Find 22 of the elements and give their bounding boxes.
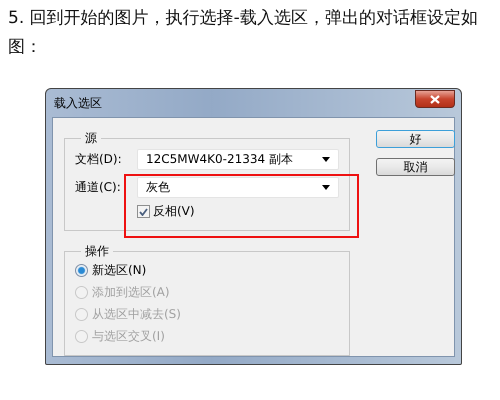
- group-legend: 源: [81, 130, 101, 147]
- window-title: 载入选区: [53, 94, 102, 112]
- radio-label: 添加到选区(A): [92, 284, 170, 301]
- dropdown-arrow-icon: [322, 157, 330, 162]
- dialog-button[interactable]: 好: [376, 130, 455, 148]
- field-label: 文档(D):: [75, 151, 123, 168]
- check-icon: [139, 208, 148, 216]
- radio-label: 与选区交叉(I): [92, 328, 165, 345]
- close-button[interactable]: [415, 90, 455, 108]
- invert-checkbox[interactable]: [137, 205, 150, 218]
- document-dropdown[interactable]: 12C5MW4K0-21334 副本: [137, 149, 339, 170]
- channel-dropdown[interactable]: 灰色: [137, 177, 339, 198]
- dialog-button[interactable]: 取消: [376, 158, 455, 176]
- dropdown-arrow-icon: [322, 185, 330, 190]
- radio-label: 从选区中减去(S): [92, 306, 181, 323]
- checkbox-label: 反相(V): [153, 203, 195, 220]
- radio-label: 新选区(N): [92, 262, 146, 279]
- close-icon: [430, 94, 440, 104]
- radio-button[interactable]: [75, 264, 88, 277]
- instruction-text: 5. 回到开始的图片，执行选择-载入选区，弹出的对话框设定如图：: [7, 7, 479, 59]
- field-label: 通道(C):: [75, 179, 122, 196]
- group-legend: 操作: [81, 243, 113, 260]
